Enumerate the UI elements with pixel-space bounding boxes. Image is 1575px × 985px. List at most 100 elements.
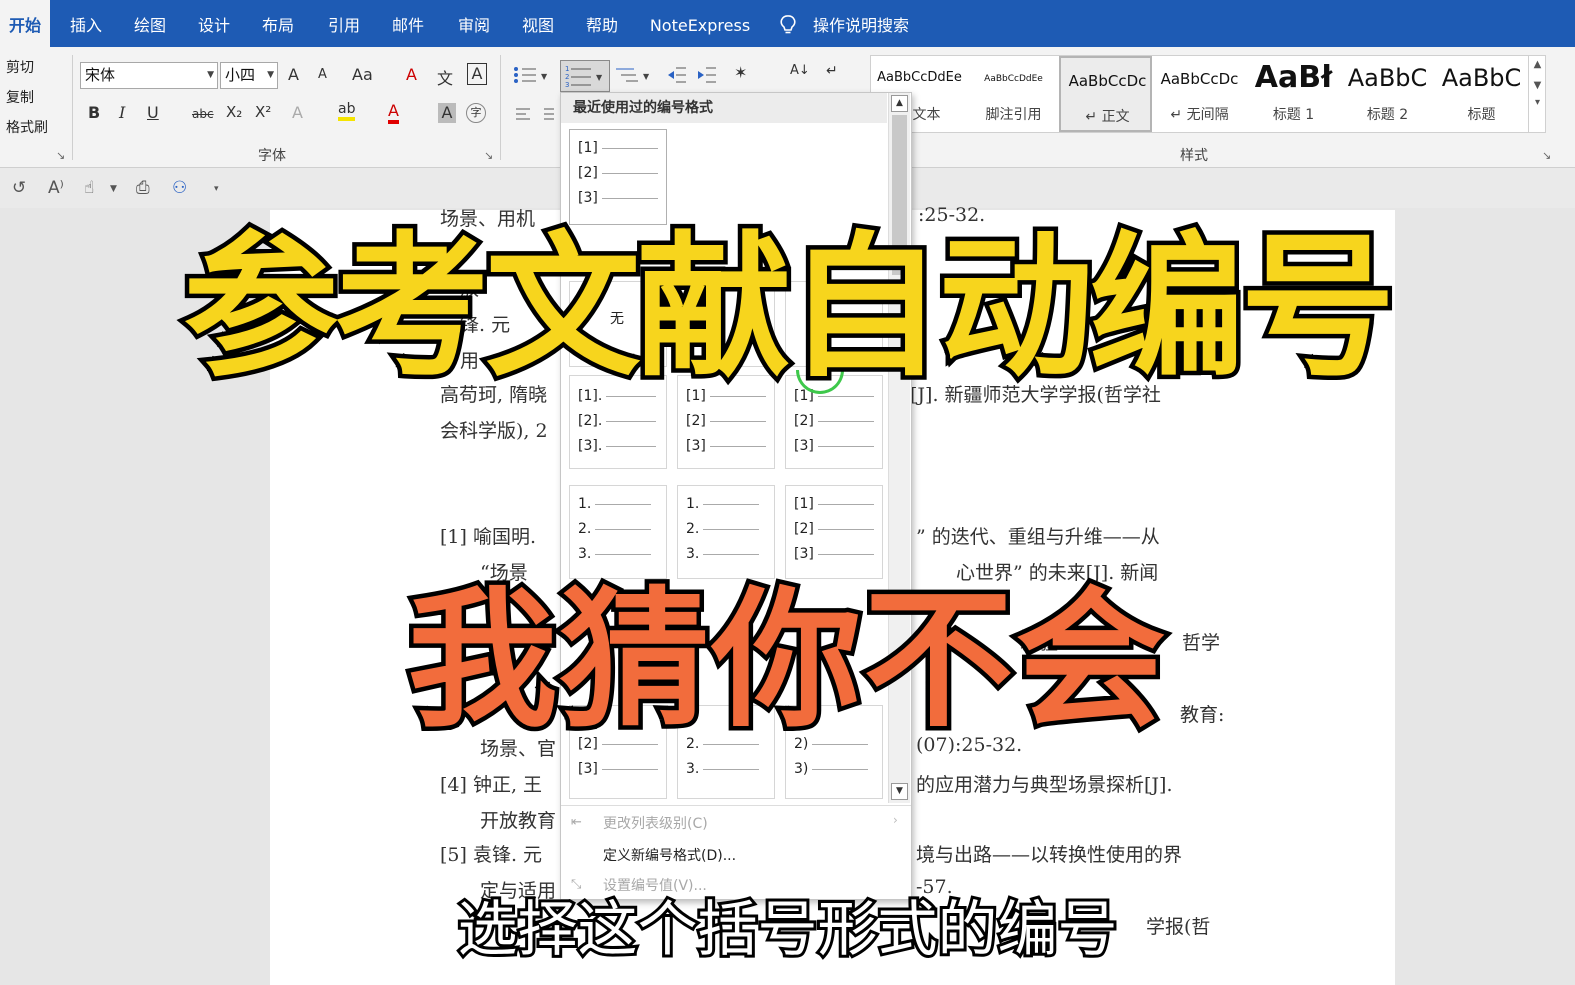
customize-qat-icon[interactable]: ▾ (214, 184, 219, 194)
doc-line: ” 的迭代、重组与升维——从 (916, 526, 1160, 548)
clear-format-button[interactable]: A (406, 65, 417, 84)
format-marker: [3] (686, 438, 706, 454)
define-new-number-format-item[interactable]: 定义新编号格式(D)... (603, 845, 736, 865)
style-card[interactable]: AaBł 标题 1 (1247, 56, 1340, 132)
tab-layout[interactable]: 布局 (254, 0, 302, 47)
superscript-button[interactable]: X² (255, 103, 271, 121)
phonetic-guide-button[interactable]: 文 (437, 65, 453, 89)
format-marker: [3] (578, 761, 598, 777)
copy-button[interactable]: 复制 (6, 87, 34, 107)
highlight-button[interactable]: ab (338, 101, 356, 121)
enclose-char-button[interactable]: 字 (466, 103, 486, 123)
clipboard-launcher-icon[interactable]: ↘ (56, 149, 65, 162)
style-name: ↵ 无间隔 (1170, 107, 1229, 123)
format-marker: [2] (794, 521, 814, 537)
align-left-icon[interactable] (514, 105, 554, 125)
redo-icon[interactable]: ↺ (12, 178, 26, 198)
ribbon-tab-bar: 开始 插入 绘图 设计 布局 引用 邮件 审阅 视图 帮助 NoteExpres… (0, 0, 1575, 47)
strikethrough-button[interactable]: abc (192, 107, 214, 121)
menu-separator (561, 805, 911, 806)
overlay-subtitle: 我猜你不会 (403, 570, 1170, 753)
show-marks-button[interactable]: ↵ (826, 63, 838, 79)
scroll-up-icon[interactable]: ▲ (1529, 59, 1546, 70)
format-marker: [3]. (578, 438, 603, 454)
doc-line: 开放教育 (480, 810, 557, 832)
bullets-icon[interactable]: ▼ (512, 65, 548, 85)
tell-me-search[interactable]: 操作说明搜索 (806, 0, 916, 47)
chevron-right-icon: › (893, 813, 898, 827)
style-card[interactable]: AaBbC 标题 2 (1341, 56, 1434, 132)
print-preview-icon[interactable]: ⎙ (136, 178, 150, 198)
tab-draw[interactable]: 绘图 (126, 0, 174, 47)
tab-insert[interactable]: 插入 (62, 0, 110, 47)
format-painter-button[interactable]: 格式刷 (6, 117, 48, 137)
recent-formats-header: 最近使用过的编号格式 (561, 93, 887, 123)
char-border-button[interactable]: A (467, 63, 487, 85)
style-sample: AaBbCcDc (1160, 70, 1239, 88)
numbering-icon: 123 ▼ (565, 65, 603, 89)
scroll-up-icon[interactable]: ▲ (891, 95, 908, 112)
scroll-down-icon[interactable]: ▼ (891, 783, 908, 800)
grow-font-button[interactable]: A (288, 65, 299, 84)
style-name: 标题 (1467, 107, 1496, 123)
numbering-format-decimal[interactable]: 1. 2. 3. (677, 485, 775, 579)
styles-gallery-scroll[interactable]: ▲ ▼ ▾ (1528, 55, 1546, 133)
style-card[interactable]: AaBbCcDc ↵ 正文 (1059, 56, 1152, 132)
text-effects-button[interactable]: A (292, 103, 303, 122)
tab-help[interactable]: 帮助 (578, 0, 626, 47)
scroll-down-icon[interactable]: ▼ (1529, 80, 1546, 91)
svg-text:2: 2 (565, 73, 569, 81)
group-separator (500, 55, 501, 160)
share-icon[interactable]: ⚇ (172, 178, 187, 198)
format-row: [3] (578, 190, 658, 206)
chevron-down-icon[interactable]: ▼ (110, 184, 117, 194)
read-aloud-icon[interactable]: A⁾ (48, 178, 64, 198)
sort-button[interactable]: A↓ (790, 63, 810, 78)
numbering-format-decimal[interactable]: 1. 2. 3. (569, 485, 667, 579)
tab-noteexpress[interactable]: NoteExpress (645, 0, 755, 47)
lightbulb-icon (780, 15, 796, 34)
style-sample: AaBbCcDdEe (877, 70, 962, 85)
italic-button[interactable]: I (119, 103, 125, 122)
change-list-level-item[interactable]: 更改列表级别(C) (603, 813, 708, 833)
chinese-layout-button[interactable]: ✶ (734, 63, 747, 82)
style-card[interactable]: AaBbCcDdEe 脚注引用 (967, 56, 1060, 132)
tab-view[interactable]: 视图 (514, 0, 562, 47)
underline-button[interactable]: U (147, 103, 159, 122)
font-name-combo[interactable]: 宋体 ▼ (80, 62, 218, 89)
format-marker: 3) (794, 761, 809, 777)
font-launcher-icon[interactable]: ↘ (484, 149, 493, 162)
change-case-button[interactable]: Aa (352, 65, 373, 84)
subscript-button[interactable]: X₂ (226, 103, 242, 121)
multilevel-list-icon[interactable]: ▼ (614, 65, 650, 85)
reference-item: [1] 喻国明. (440, 526, 536, 548)
doc-line: 会科学版), 2 (440, 420, 548, 442)
format-marker: [2]. (578, 413, 603, 429)
font-color-button[interactable]: A (388, 101, 399, 124)
tab-review[interactable]: 审阅 (448, 0, 500, 47)
style-sample: AaBbC (1347, 64, 1428, 92)
format-marker: 1. (686, 496, 700, 512)
numbering-format-bracket[interactable]: [1] [2] [3] (785, 485, 883, 579)
more-styles-icon[interactable]: ▾ (1529, 97, 1546, 108)
format-marker: [1] (794, 496, 814, 512)
decrease-indent-icon[interactable] (666, 65, 688, 85)
tab-home[interactable]: 开始 (0, 0, 50, 47)
style-name: 标题 2 (1366, 107, 1409, 123)
style-card[interactable]: AaBbCcDc ↵ 无间隔 (1153, 56, 1246, 132)
recent-numbering-format[interactable]: [1] [2] [3] (569, 129, 667, 225)
style-card[interactable]: AaBbC 标题 (1435, 56, 1528, 132)
bold-button[interactable]: B (88, 103, 100, 122)
format-marker: [1] (578, 140, 598, 156)
tab-mailings[interactable]: 邮件 (384, 0, 432, 47)
styles-launcher-icon[interactable]: ↘ (1542, 149, 1551, 162)
touch-mode-icon[interactable]: ☝ (84, 178, 94, 198)
font-size-combo[interactable]: 小四 ▼ (220, 62, 278, 89)
tab-design[interactable]: 设计 (190, 0, 238, 47)
numbering-button[interactable]: 1 2 3 ▼ (560, 60, 610, 92)
shrink-font-button[interactable]: A (318, 67, 327, 82)
tab-references[interactable]: 引用 (320, 0, 368, 47)
char-shading-button[interactable]: A (438, 103, 456, 123)
increase-indent-icon[interactable] (696, 65, 718, 85)
cut-button[interactable]: 剪切 (6, 57, 34, 77)
